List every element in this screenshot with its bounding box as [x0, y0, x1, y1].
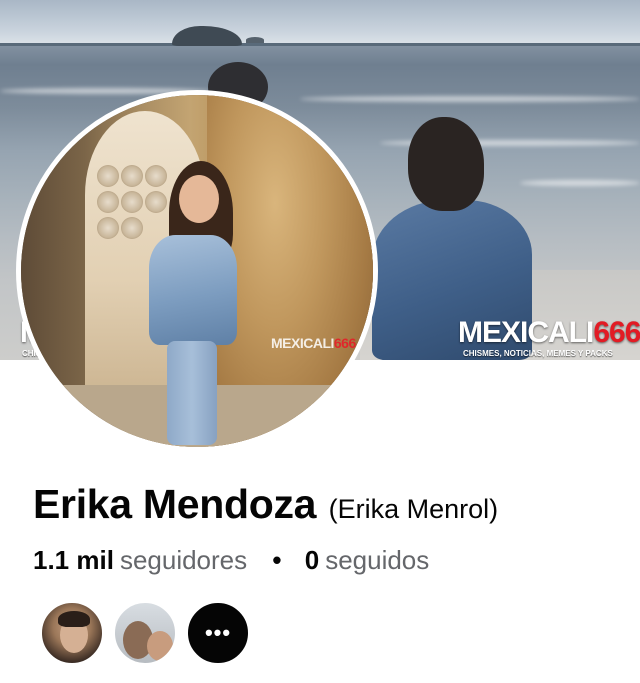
more-horizontal-icon: •••: [204, 620, 232, 645]
cover-child-hair: [408, 117, 484, 211]
barrel: [97, 217, 119, 239]
following-link[interactable]: 0 seguidos: [305, 545, 430, 575]
cover-horizon: [0, 43, 640, 46]
profile-alternate-name: (Erika Menrol): [328, 494, 499, 524]
profile-picture-person-jeans: [167, 341, 217, 445]
profile-picture-watermark: MEXICALI666: [271, 335, 356, 351]
barrel: [145, 191, 167, 213]
profile-picture-person-jacket: [149, 235, 237, 345]
following-label: seguidos: [325, 545, 430, 575]
barrel: [97, 165, 119, 187]
barrel: [97, 191, 119, 213]
profile-stats: 1.1 mil seguidores • 0 seguidos: [33, 545, 429, 576]
friend-avatar-hair: [58, 611, 90, 627]
profile-name: Erika Mendoza: [33, 481, 317, 527]
cover-wave: [520, 180, 640, 186]
profile-picture-person-face: [179, 175, 219, 223]
friend-avatar[interactable]: [39, 600, 105, 666]
cover-watermark-right-tagline: CHISMES, NOTICIAS, MEMES Y PACKS: [463, 349, 613, 358]
stats-separator: •: [272, 545, 282, 575]
barrel: [121, 217, 143, 239]
followers-label: seguidores: [119, 545, 248, 575]
profile-picture[interactable]: MEXICALI666: [16, 90, 378, 452]
cover-sky: [0, 0, 640, 44]
following-count: 0: [304, 545, 320, 575]
followers-link[interactable]: 1.1 mil seguidores: [33, 545, 254, 575]
friend-avatar-person: [147, 631, 173, 661]
barrel: [121, 191, 143, 213]
friend-avatar[interactable]: [112, 600, 178, 666]
barrel: [121, 165, 143, 187]
followers-count: 1.1 mil: [33, 545, 114, 575]
barrel: [145, 165, 167, 187]
cover-watermark-right: MEXICALI666: [458, 316, 640, 349]
more-friends-button[interactable]: •••: [185, 600, 251, 666]
profile-name-row: Erika Mendoza (Erika Menrol): [33, 481, 498, 528]
cover-small-rock: [246, 37, 264, 43]
